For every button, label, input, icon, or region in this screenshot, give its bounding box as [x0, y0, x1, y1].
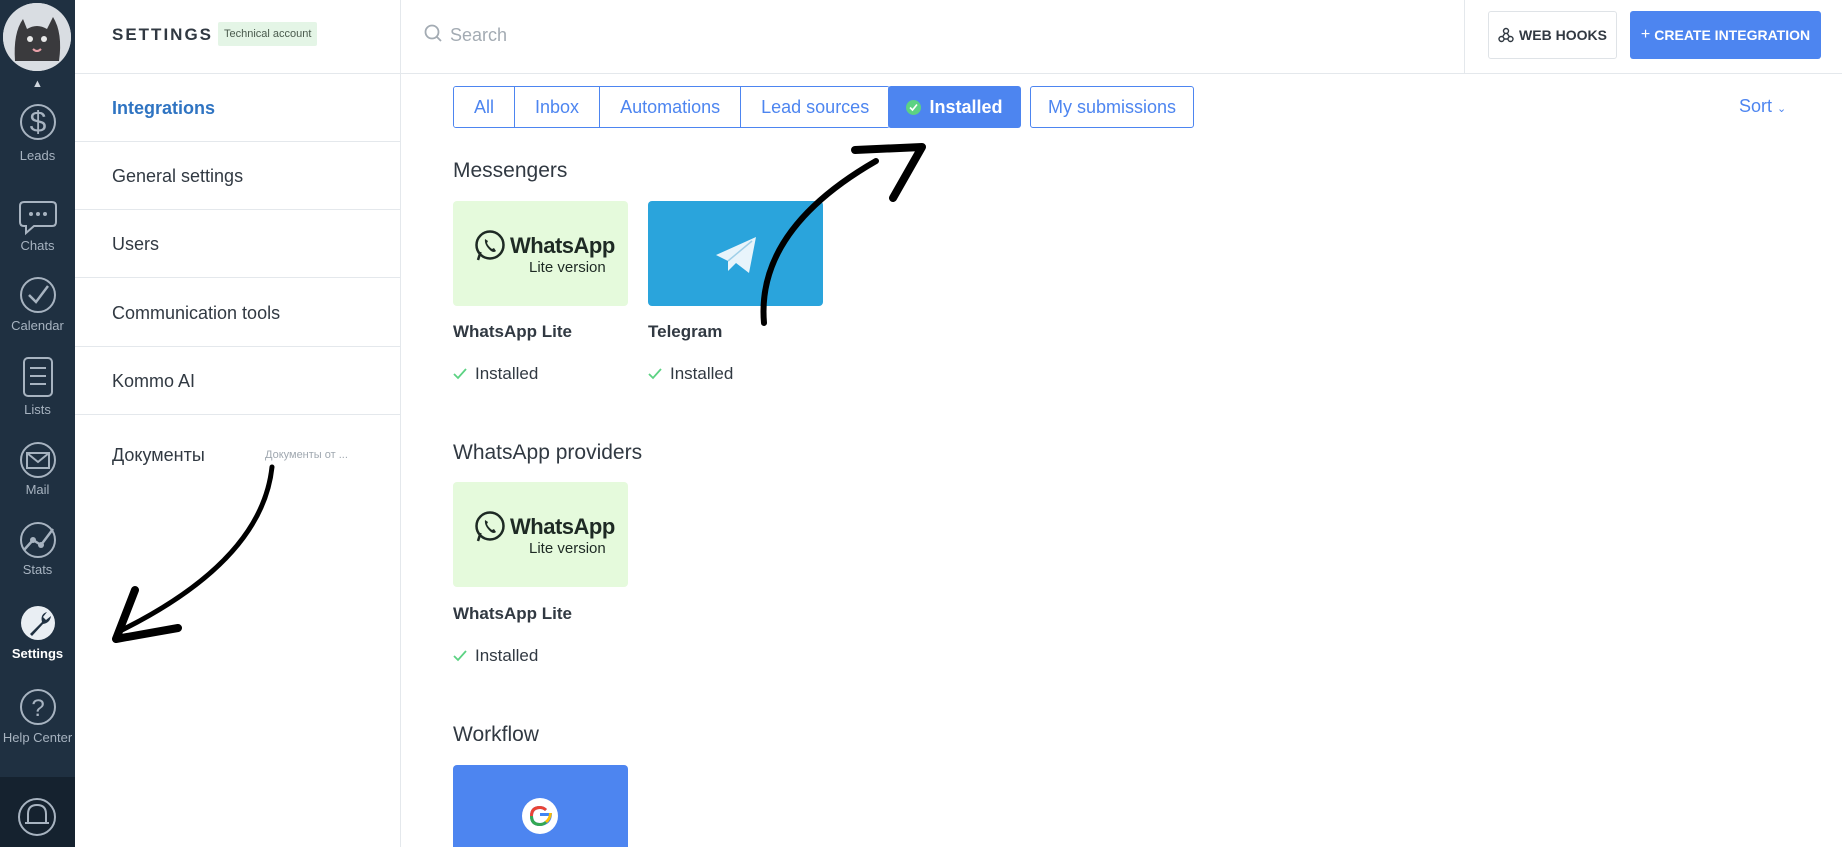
- menu-item-documents-sub: Документы от ...: [265, 449, 348, 461]
- svg-text:$: $: [29, 106, 46, 139]
- chat-bubble-icon: [18, 201, 57, 236]
- sort-dropdown[interactable]: Sort ⌄: [1739, 96, 1786, 117]
- dollar-icon: $: [19, 104, 56, 140]
- create-integration-label: CREATE INTEGRATION: [1654, 27, 1811, 43]
- whatsapp-logo-sub: Lite version: [529, 540, 606, 557]
- mail-icon: [19, 442, 56, 478]
- menu-item-communication-tools[interactable]: Communication tools: [75, 279, 401, 347]
- integration-card-google[interactable]: [453, 765, 628, 847]
- settings-title: SETTINGS: [112, 25, 214, 44]
- sort-label: Sort: [1739, 96, 1773, 116]
- stats-icon: [19, 522, 56, 558]
- menu-item-documents-label: Документы: [112, 445, 205, 465]
- cat-avatar-icon: [3, 3, 71, 71]
- whatsapp-logo-sub: Lite version: [529, 259, 606, 276]
- create-integration-button[interactable]: + CREATE INTEGRATION: [1630, 11, 1821, 59]
- whatsapp-logo: WhatsApp Lite version: [473, 510, 615, 560]
- search-icon: [424, 24, 442, 42]
- nav-mail[interactable]: Mail: [0, 440, 75, 518]
- section-title-workflow: Workflow: [453, 723, 539, 746]
- card-name: WhatsApp Lite: [453, 322, 572, 341]
- bell-icon[interactable]: [0, 777, 75, 847]
- tab-inbox[interactable]: Inbox: [515, 87, 601, 127]
- tab-my-submissions[interactable]: My submissions: [1030, 86, 1194, 128]
- check-circle-icon: [906, 99, 922, 115]
- menu-item-integrations[interactable]: Integrations: [75, 74, 401, 142]
- topbar-divider: [1464, 0, 1465, 74]
- web-hooks-label: WEB HOOKS: [1519, 27, 1607, 43]
- nav-chats[interactable]: Chats: [0, 196, 75, 274]
- list-icon: [22, 357, 53, 397]
- card-name: Telegram: [648, 322, 723, 341]
- card-status: Installed: [648, 364, 733, 384]
- settings-menu-header: SETTINGS Technical account: [75, 0, 401, 74]
- whatsapp-icon: [475, 511, 505, 542]
- whatsapp-logo-word: WhatsApp: [510, 514, 615, 539]
- menu-item-kommo-ai[interactable]: Kommo AI: [75, 347, 401, 415]
- section-title-whatsapp-providers: WhatsApp providers: [453, 441, 643, 464]
- nav-calendar[interactable]: Calendar: [0, 274, 75, 352]
- nav-lists[interactable]: Lists: [0, 354, 75, 432]
- nav-mail-label: Mail: [25, 482, 50, 497]
- settings-menu: SETTINGS Technical account Integrations …: [75, 0, 401, 847]
- nav-stats[interactable]: Stats: [0, 520, 75, 598]
- integration-card-telegram[interactable]: [648, 201, 823, 306]
- integration-card-whatsapp-lite[interactable]: WhatsApp Lite version: [453, 201, 628, 306]
- svg-text:?: ?: [31, 695, 44, 722]
- nav-settings[interactable]: Settings: [0, 602, 75, 680]
- google-icon: [522, 798, 558, 834]
- whatsapp-icon: [475, 230, 505, 261]
- top-bar: WEB HOOKS + CREATE INTEGRATION: [401, 0, 1842, 74]
- tab-all[interactable]: All: [454, 87, 516, 127]
- nav-chats-label: Chats: [20, 238, 55, 253]
- nav-leads-label: Leads: [19, 148, 56, 163]
- integration-card-whatsapp-lite-provider[interactable]: WhatsApp Lite version: [453, 482, 628, 587]
- check-icon: [648, 368, 662, 380]
- tab-lead-sources[interactable]: Lead sources: [741, 87, 890, 127]
- card-name: WhatsApp Lite: [453, 604, 572, 623]
- search-input[interactable]: [450, 20, 850, 50]
- tab-automations[interactable]: Automations: [600, 87, 742, 127]
- whatsapp-logo-word: WhatsApp: [510, 233, 615, 258]
- whatsapp-logo: WhatsApp Lite version: [473, 229, 615, 279]
- nav-settings-label: Settings: [11, 646, 64, 661]
- card-status: Installed: [453, 646, 538, 666]
- webhook-icon: [1498, 27, 1514, 43]
- nav-help-center[interactable]: ? Help Center: [0, 686, 75, 764]
- tab-installed-label: Installed: [929, 96, 1003, 117]
- nav-lists-label: Lists: [24, 402, 51, 417]
- plus-icon: +: [1640, 26, 1651, 43]
- nav-stats-label: Stats: [22, 562, 53, 577]
- card-status-label: Installed: [475, 646, 539, 665]
- check-icon: [453, 368, 467, 380]
- nav-help-center-label: Help Center: [2, 730, 73, 745]
- web-hooks-button[interactable]: WEB HOOKS: [1488, 11, 1617, 59]
- check-icon: [453, 650, 467, 662]
- menu-item-users[interactable]: Users: [75, 210, 401, 278]
- card-status-label: Installed: [475, 364, 539, 383]
- wrench-icon: [20, 606, 55, 640]
- user-avatar[interactable]: [3, 3, 71, 71]
- chevron-down-icon: ⌄: [1777, 103, 1787, 115]
- notifications-area: [0, 777, 75, 847]
- tab-installed[interactable]: Installed: [888, 86, 1021, 128]
- card-status-label: Installed: [670, 364, 734, 383]
- telegram-icon: [716, 237, 756, 273]
- card-status: Installed: [453, 364, 538, 384]
- category-filter-tabs: All Inbox Automations Lead sources: [453, 86, 891, 128]
- question-icon: ?: [19, 689, 56, 725]
- account-type-badge: Technical account: [218, 22, 318, 46]
- left-nav-rail: ▲ $ Leads Chats Calendar Lists Mail Stat…: [0, 0, 75, 847]
- rail-scroll-up-icon[interactable]: ▲: [0, 78, 75, 90]
- menu-item-general-settings[interactable]: General settings: [75, 142, 401, 210]
- nav-calendar-label: Calendar: [11, 318, 64, 333]
- check-circle-icon: [19, 277, 56, 313]
- nav-leads[interactable]: $ Leads: [0, 98, 75, 176]
- menu-item-documents[interactable]: Документы Документы от ...: [75, 421, 401, 489]
- section-title-messengers: Messengers: [453, 159, 568, 182]
